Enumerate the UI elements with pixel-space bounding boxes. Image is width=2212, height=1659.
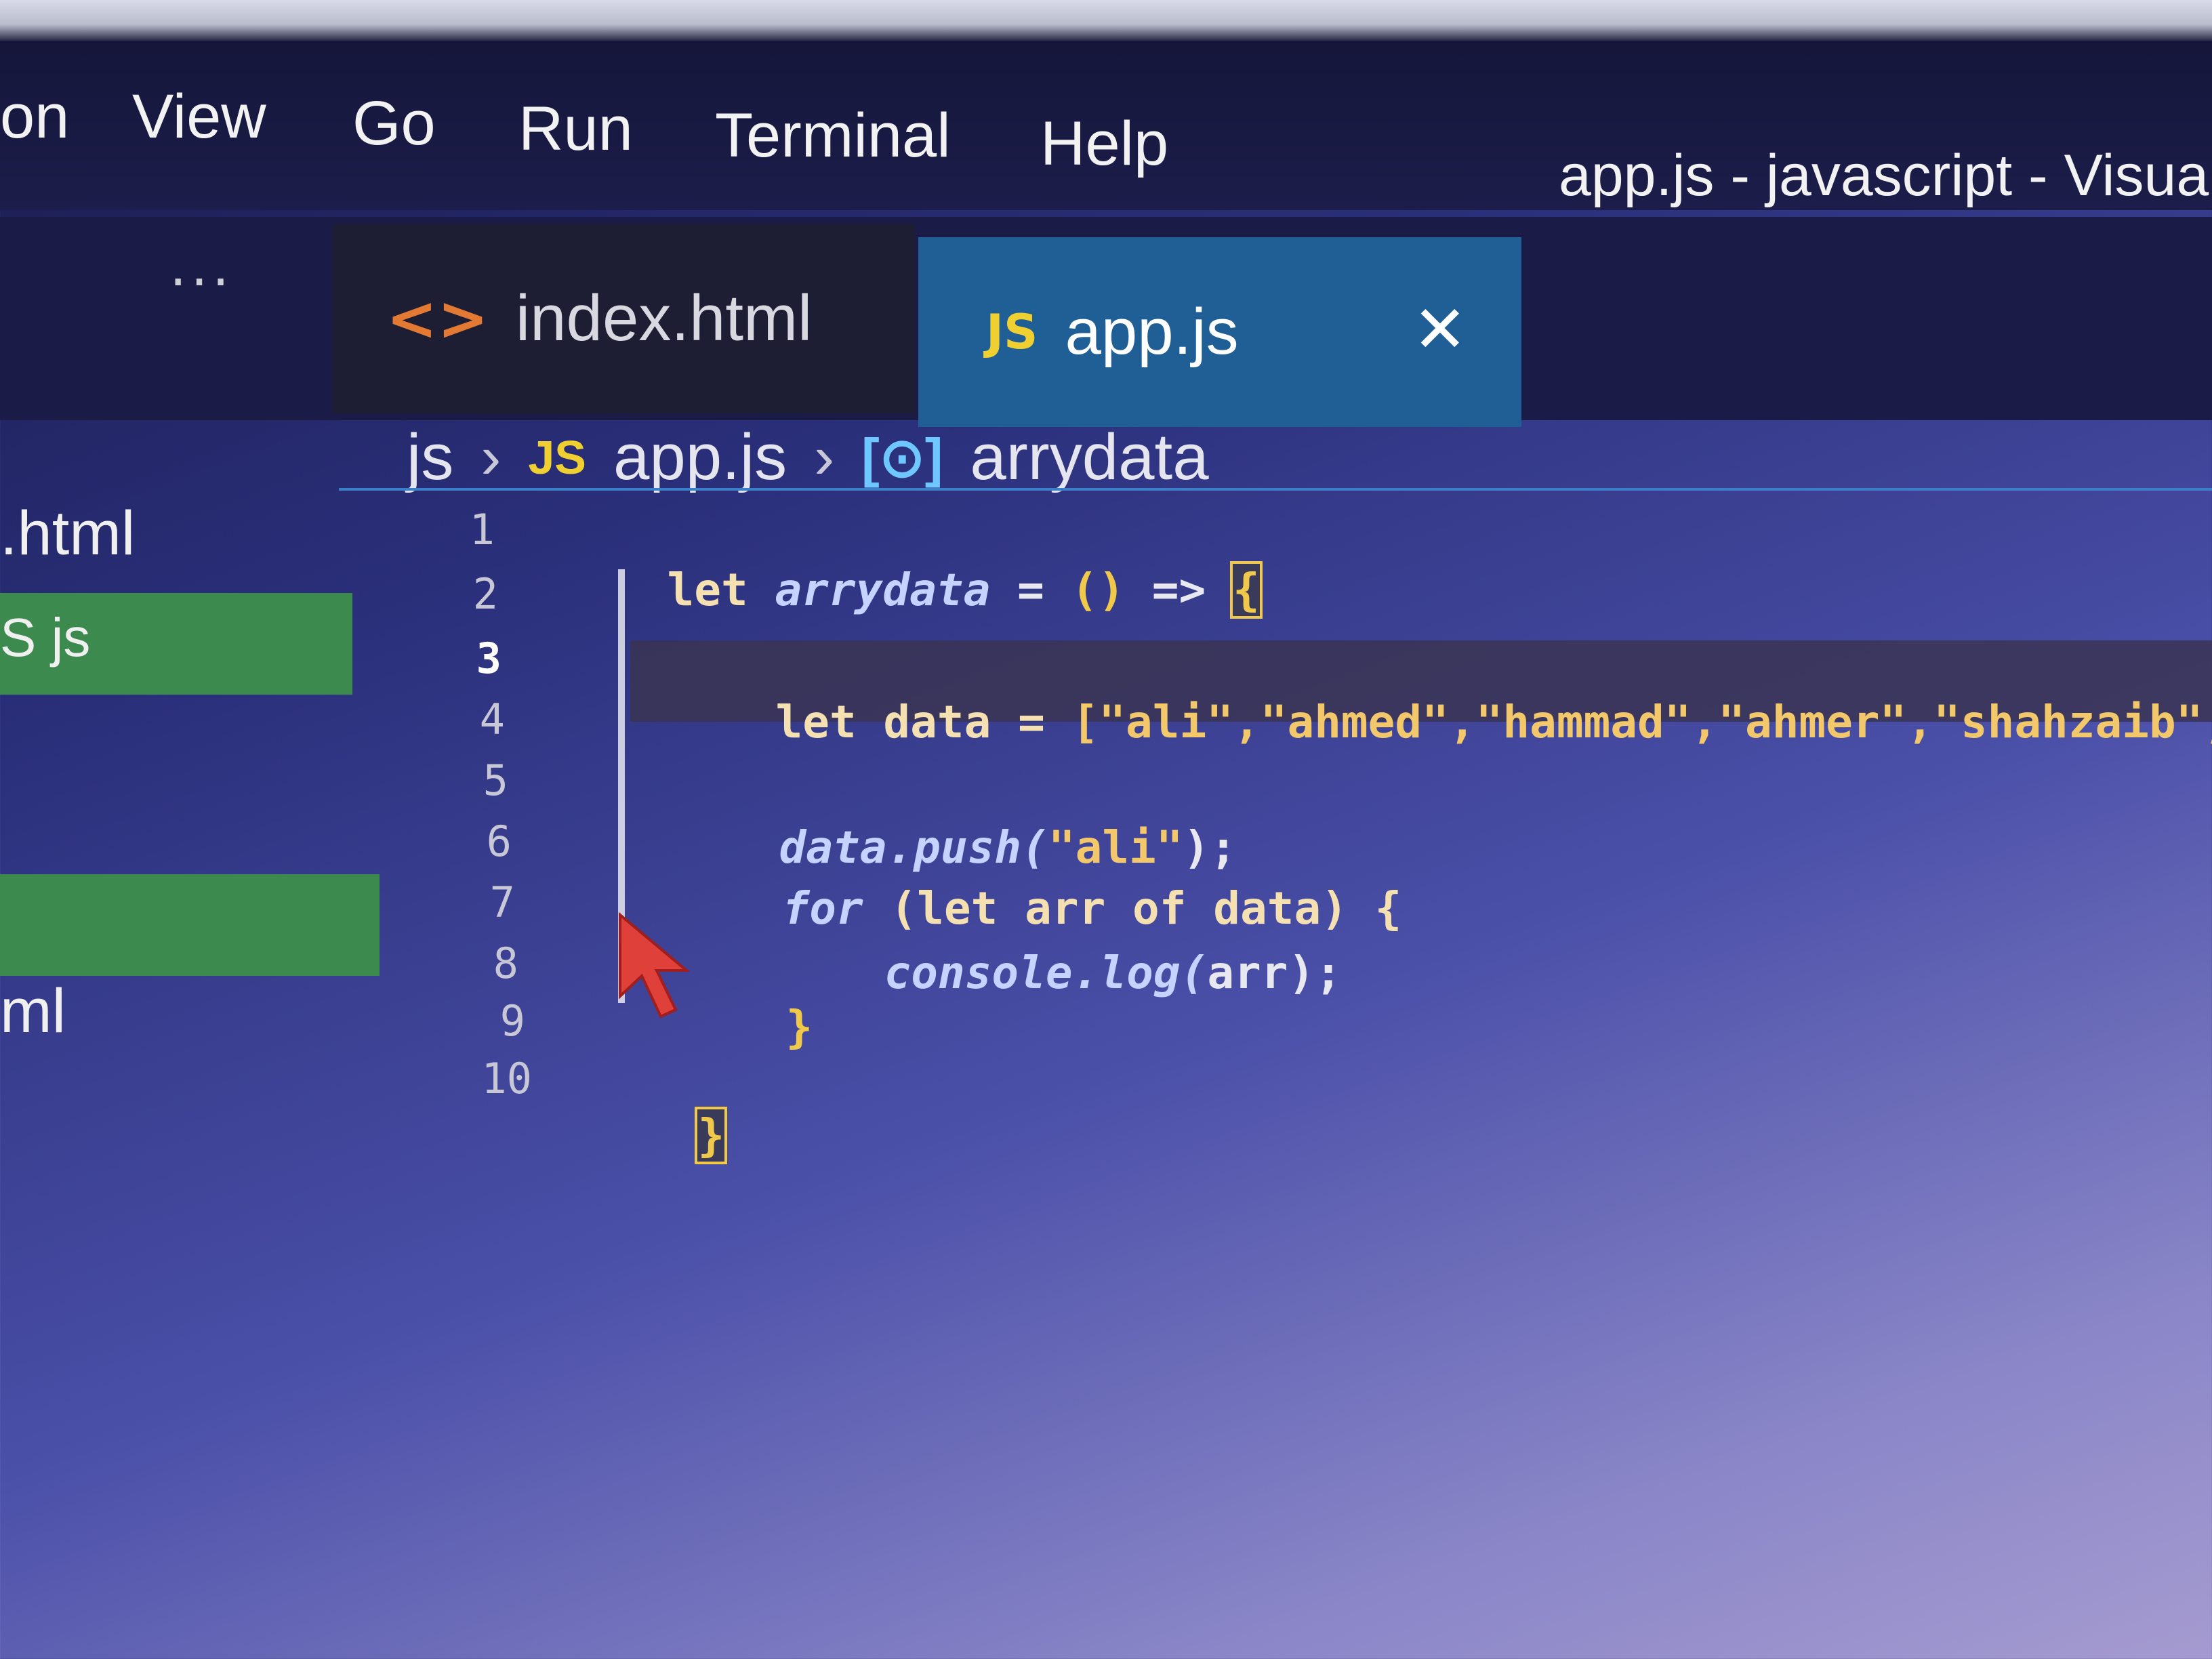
js-icon: JS [986, 304, 1038, 360]
line-number: 4 [479, 695, 505, 744]
parens: () [1071, 564, 1126, 616]
breadcrumb-folder[interactable]: js [407, 420, 453, 495]
menu-run[interactable]: Run [518, 94, 633, 165]
declaration: let data = [775, 696, 1072, 748]
breadcrumb-symbol[interactable]: arrydata [970, 420, 1208, 495]
argument: arr [1207, 947, 1288, 999]
line-number: 2 [472, 569, 498, 619]
sidebar-file[interactable]: ml [0, 976, 66, 1047]
chevron-right-icon: › [814, 423, 835, 491]
line-number: 1 [469, 505, 495, 554]
window-title: app.js - javascript - Visua [1559, 143, 2209, 208]
screen-bezel [0, 0, 2212, 41]
code-line-7[interactable]: console.log(arr); [830, 895, 1342, 999]
identifier: arrydata [775, 564, 991, 616]
menu-selection[interactable]: on [0, 81, 69, 152]
line-number: 8 [493, 939, 518, 988]
tab-index-html[interactable]: <> index.html [332, 224, 915, 413]
sidebar-file[interactable]: .html [0, 498, 135, 569]
variable-symbol-icon: [⊙] [861, 427, 943, 488]
tab-label: app.js [1065, 295, 1239, 368]
line-number: 10 [481, 1054, 532, 1103]
code-line-1[interactable]: let arrydata = () => { [613, 512, 1263, 619]
line-number: 5 [483, 756, 508, 805]
sidebar-highlight [0, 874, 380, 976]
tab-label: index.html [515, 282, 813, 354]
js-icon: JS [528, 431, 586, 484]
line-number: 7 [489, 878, 515, 927]
punctuation: ); [1288, 947, 1343, 999]
breadcrumb: js › JS app.js › [⊙] arrydata [407, 407, 1209, 508]
breadcrumb-file[interactable]: app.js [613, 420, 787, 495]
menu-terminal[interactable]: Terminal [715, 100, 951, 171]
mouse-pointer-icon [619, 912, 691, 1019]
code-line-3[interactable]: let data = ["ali","ahmed","hammad","ahme… [722, 644, 2212, 748]
closing-brace: } [785, 1001, 813, 1053]
breadcrumb-divider [339, 488, 2212, 491]
code-line-10[interactable]: } [644, 1057, 728, 1164]
menu-go[interactable]: Go [352, 88, 436, 159]
more-actions-icon[interactable]: ··· [169, 251, 233, 314]
close-icon[interactable]: ✕ [1413, 291, 1467, 367]
code-line-8[interactable]: } [732, 949, 813, 1053]
sidebar-folder-js[interactable]: S js [0, 607, 90, 669]
line-number: 3 [476, 634, 501, 683]
html-icon: <> [386, 283, 489, 354]
line-number: 6 [486, 817, 512, 866]
arrow-operator: => [1125, 564, 1233, 616]
tab-app-js[interactable]: JS app.js ✕ [918, 237, 1521, 427]
bracket-match: { [1230, 561, 1263, 619]
chevron-right-icon: › [480, 423, 501, 491]
bracket-match: } [695, 1107, 728, 1164]
menu-help[interactable]: Help [1040, 108, 1168, 180]
array-literal: ["ali","ahmed","hammad","ahmer","shahzai… [1071, 696, 2212, 748]
method-call: console.log( [884, 947, 1208, 999]
menu-view[interactable]: View [132, 81, 266, 152]
line-number: 9 [499, 996, 525, 1046]
operator: = [990, 564, 1071, 616]
keyword: let [667, 564, 775, 616]
